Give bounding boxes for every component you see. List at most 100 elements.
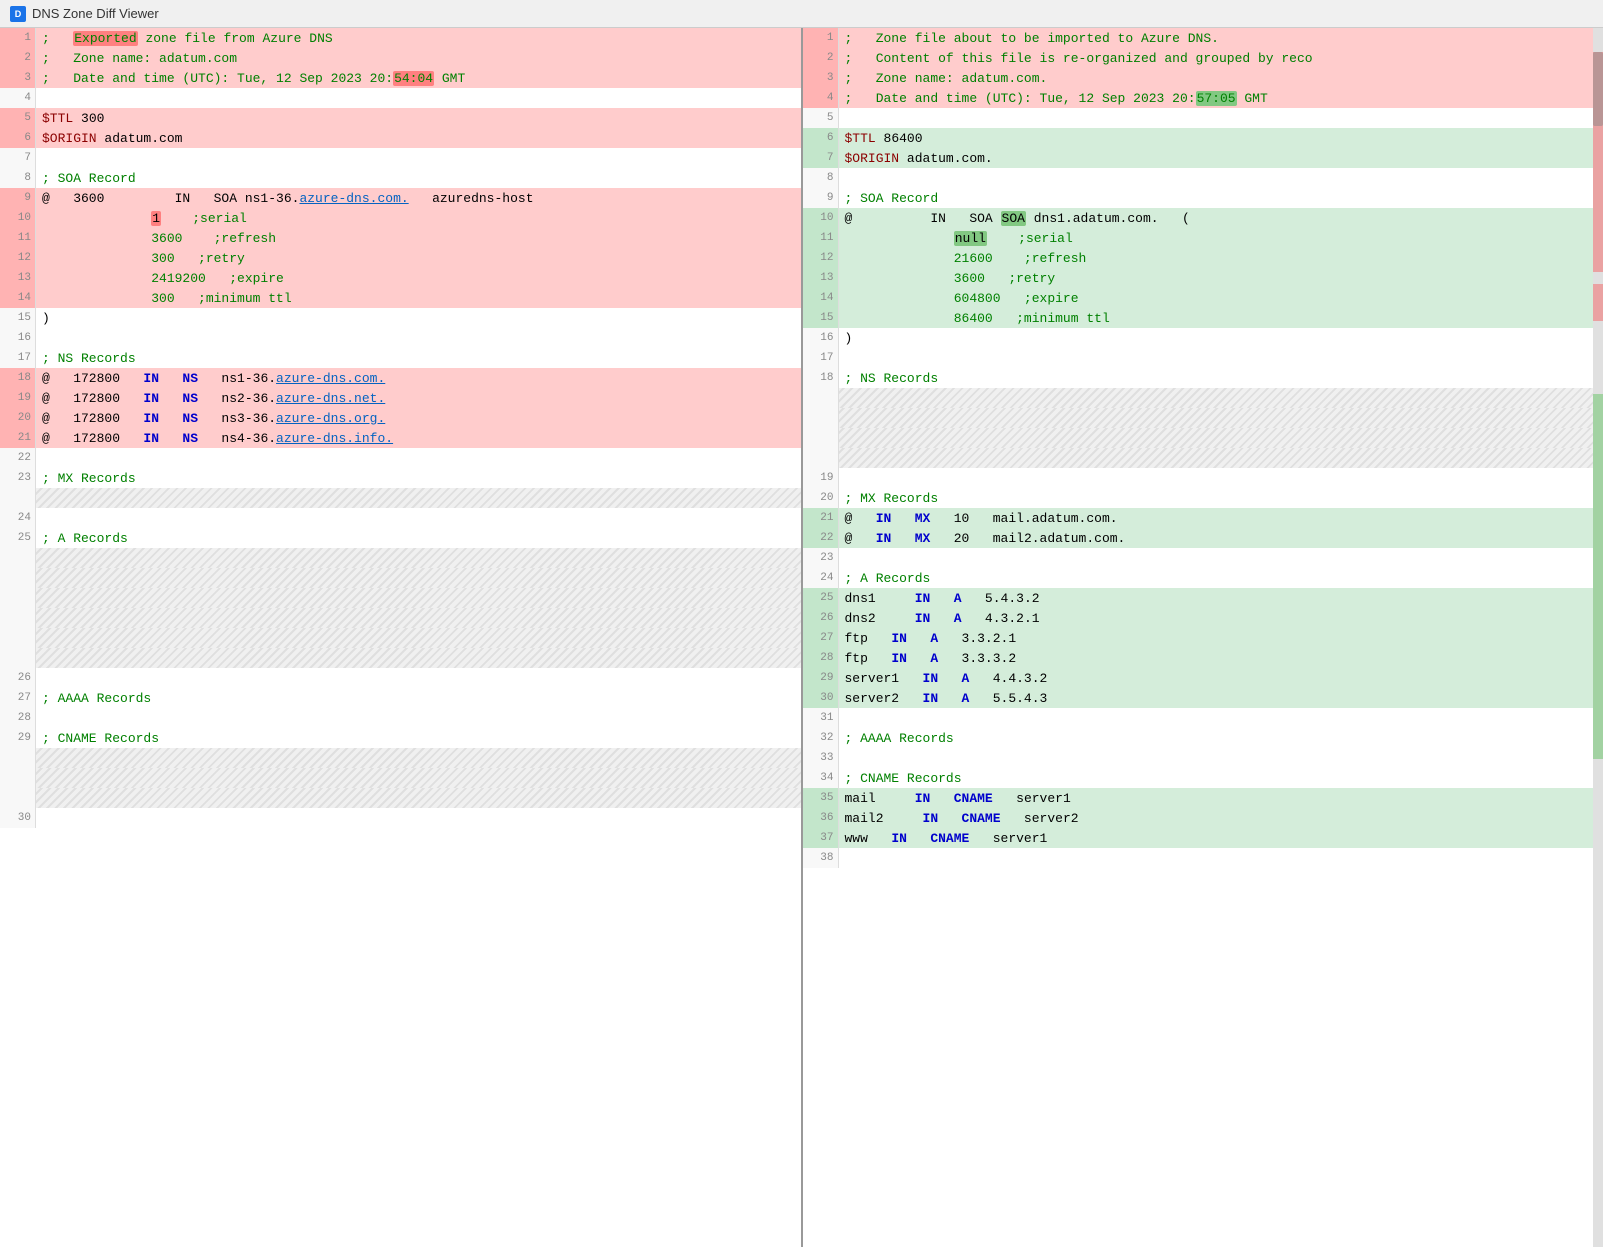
line-content (839, 548, 1603, 568)
line-number: 11 (803, 228, 839, 248)
line-content (36, 788, 801, 808)
line-content: @ 3600 IN SOA ns1-36.azure-dns.com. azur… (36, 188, 801, 208)
diff-line: 4; Date and time (UTC): Tue, 12 Sep 2023… (803, 88, 1603, 108)
line-number: 37 (803, 828, 839, 848)
diff-line: 9@ 3600 IN SOA ns1-36.azure-dns.com. azu… (0, 188, 801, 208)
diff-line (0, 628, 801, 648)
line-content: 1 ;serial (36, 208, 801, 228)
line-number (803, 388, 839, 408)
diff-line: 13 2419200 ;expire (0, 268, 801, 288)
line-content: 604800 ;expire (839, 288, 1603, 308)
diff-line (803, 388, 1603, 408)
line-number: 31 (803, 708, 839, 728)
diff-line: 3; Zone name: adatum.com. (803, 68, 1603, 88)
line-number: 30 (803, 688, 839, 708)
line-number: 13 (0, 268, 36, 288)
line-number: 6 (0, 128, 36, 148)
line-number: 8 (0, 168, 36, 188)
line-content: ; AAAA Records (839, 728, 1603, 748)
right-pane[interactable]: 1; Zone file about to be imported to Azu… (803, 28, 1603, 1247)
line-content: 86400 ;minimum ttl (839, 308, 1603, 328)
diff-line: 25; A Records (0, 528, 801, 548)
diff-line: 15) (0, 308, 801, 328)
line-number: 25 (803, 588, 839, 608)
diff-line: 31 (803, 708, 1603, 728)
diff-line: 27ftp IN A 3.3.2.1 (803, 628, 1603, 648)
line-number: 4 (0, 88, 36, 108)
line-number: 19 (803, 468, 839, 488)
line-number: 18 (803, 368, 839, 388)
diff-line: 23 (803, 548, 1603, 568)
line-content: server2 IN A 5.5.4.3 (839, 688, 1603, 708)
line-number (803, 408, 839, 428)
diff-line: 28 (0, 708, 801, 728)
diff-line: 11 3600 ;refresh (0, 228, 801, 248)
line-content: ; AAAA Records (36, 688, 801, 708)
line-number: 23 (803, 548, 839, 568)
line-content (839, 428, 1603, 448)
diff-line: 25dns1 IN A 5.4.3.2 (803, 588, 1603, 608)
line-number: 4 (803, 88, 839, 108)
line-content: mail IN CNAME server1 (839, 788, 1603, 808)
line-number: 18 (0, 368, 36, 388)
line-content (36, 608, 801, 628)
diff-line: 17; NS Records (0, 348, 801, 368)
diff-line: 8 (803, 168, 1603, 188)
line-content: www IN CNAME server1 (839, 828, 1603, 848)
diff-line: 12 21600 ;refresh (803, 248, 1603, 268)
line-content (36, 88, 801, 108)
line-number: 38 (803, 848, 839, 868)
line-content (36, 568, 801, 588)
line-number: 14 (803, 288, 839, 308)
line-content: 300 ;retry (36, 248, 801, 268)
diff-line (803, 428, 1603, 448)
line-content (839, 448, 1603, 468)
line-content (839, 468, 1603, 488)
diff-line (0, 568, 801, 588)
line-content: @ 172800 IN NS ns2-36.azure-dns.net. (36, 388, 801, 408)
line-number (0, 588, 36, 608)
line-content: @ 172800 IN NS ns4-36.azure-dns.info. (36, 428, 801, 448)
diff-line: 34; CNAME Records (803, 768, 1603, 788)
line-number: 17 (803, 348, 839, 368)
diff-line: 16 (0, 328, 801, 348)
line-content: @ 172800 IN NS ns1-36.azure-dns.com. (36, 368, 801, 388)
diff-line: 13 3600 ;retry (803, 268, 1603, 288)
line-content (36, 588, 801, 608)
diff-line: 5$TTL 300 (0, 108, 801, 128)
line-number: 15 (803, 308, 839, 328)
line-number: 23 (0, 468, 36, 488)
line-content: 3600 ;refresh (36, 228, 801, 248)
line-number: 3 (803, 68, 839, 88)
line-number: 10 (0, 208, 36, 228)
line-content: ; A Records (839, 568, 1603, 588)
line-content: $TTL 300 (36, 108, 801, 128)
line-number: 21 (0, 428, 36, 448)
diff-line: 24 (0, 508, 801, 528)
diff-line: 37www IN CNAME server1 (803, 828, 1603, 848)
left-pane[interactable]: 1; Exported zone file from Azure DNS2; Z… (0, 28, 803, 1247)
diff-container: 1; Exported zone file from Azure DNS2; Z… (0, 28, 1603, 1247)
line-number: 28 (803, 648, 839, 668)
line-number (0, 568, 36, 588)
diff-line: 32; AAAA Records (803, 728, 1603, 748)
diff-line: 19@ 172800 IN NS ns2-36.azure-dns.net. (0, 388, 801, 408)
line-content: $TTL 86400 (839, 128, 1603, 148)
line-number: 13 (803, 268, 839, 288)
diff-line: 30 (0, 808, 801, 828)
line-number: 1 (803, 28, 839, 48)
line-content: ; NS Records (36, 348, 801, 368)
line-number: 20 (803, 488, 839, 508)
diff-line: 24; A Records (803, 568, 1603, 588)
line-number: 14 (0, 288, 36, 308)
diff-line: 20@ 172800 IN NS ns3-36.azure-dns.org. (0, 408, 801, 428)
line-number: 1 (0, 28, 36, 48)
line-number: 22 (0, 448, 36, 468)
diff-line: 1; Exported zone file from Azure DNS (0, 28, 801, 48)
diff-line: 23; MX Records (0, 468, 801, 488)
line-number: 25 (0, 528, 36, 548)
line-number (0, 608, 36, 628)
diff-line: 14 604800 ;expire (803, 288, 1603, 308)
diff-line: 7$ORIGIN adatum.com. (803, 148, 1603, 168)
diff-line: 12 300 ;retry (0, 248, 801, 268)
